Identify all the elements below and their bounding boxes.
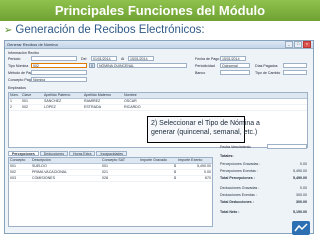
tipo-nomina-label: Tipo Nómina bbox=[8, 64, 29, 68]
callout-line-2: generar (quincenal, semanal, etc.) bbox=[151, 129, 258, 136]
table-cell: 003 bbox=[10, 176, 16, 180]
minimize-button[interactable]: _ bbox=[285, 41, 293, 48]
bullet-line: ➢ Generación de Recibos Electrónicos: bbox=[4, 21, 205, 39]
table-cell: PRIMA VACACIONAL bbox=[32, 170, 68, 174]
table-cell: 001 bbox=[102, 164, 108, 168]
annotation-callout: 2) Seleccionar el Tipo de Nómina a gener… bbox=[147, 116, 260, 143]
tipo-nomina-code-field[interactable]: 002 bbox=[31, 63, 87, 68]
window-title: Generar Recibos de Nómina bbox=[7, 42, 58, 47]
total-row-value: 300.00 bbox=[296, 200, 307, 204]
total-row-value: 0.00 bbox=[300, 186, 307, 190]
total-row-value: 5,190.00 bbox=[293, 210, 307, 214]
periodicidad-label: Periodicidad bbox=[195, 64, 215, 68]
table-cell: LÓPEZ bbox=[44, 105, 56, 109]
table-cell: COMISIONES bbox=[32, 176, 55, 180]
header-cell[interactable]: Núm. bbox=[9, 93, 21, 98]
total-row-label: Percepciones Gravadas : bbox=[220, 162, 261, 166]
table-cell: $ bbox=[174, 164, 176, 168]
slide-title: Principales Funciones del Módulo bbox=[0, 0, 320, 21]
table-cell: 002 bbox=[10, 170, 16, 174]
fecha-pago-field[interactable]: 15/01/2014 bbox=[220, 56, 246, 61]
table-cell: OSCAR bbox=[124, 99, 137, 103]
table-cell: 670 bbox=[205, 176, 211, 180]
banco-select[interactable] bbox=[220, 70, 250, 75]
table-cell: RICARDO bbox=[124, 105, 141, 109]
callout-line-1: 2) Seleccionar el Tipo de Nómina a bbox=[151, 120, 260, 127]
header-cell[interactable]: Clave bbox=[21, 93, 43, 98]
tab-percepciones[interactable]: Percepciones bbox=[8, 151, 39, 156]
tab-horas-extra[interactable]: Horas Extra bbox=[69, 151, 96, 156]
dias-pagados-label: Días Pagados bbox=[255, 64, 278, 68]
total-row-label: Deducciones Exentas : bbox=[220, 193, 257, 197]
tipo-cambio-field[interactable] bbox=[283, 70, 307, 75]
table-cell: 1 bbox=[10, 99, 12, 103]
detail-tabs: Percepciones Deducciones Horas Extra Inc… bbox=[8, 151, 128, 156]
section-label: Información Recibo bbox=[8, 51, 39, 55]
table-cell: RAMÍREZ bbox=[84, 99, 101, 103]
maximize-button[interactable]: □ bbox=[294, 41, 302, 48]
table-cell: 0.00 bbox=[204, 170, 211, 174]
header-cell[interactable]: Descripción bbox=[31, 158, 101, 163]
total-row-value: 5,490.00 bbox=[293, 169, 307, 173]
concepto-pago-label: Concepto Pago bbox=[8, 78, 33, 82]
tipo-cambio-label: Tipo de Cambio bbox=[255, 71, 281, 75]
periodo-label: Periodo bbox=[8, 57, 21, 61]
table-row[interactable]: 003 COMISIONES 028 $ 670 bbox=[9, 176, 212, 182]
metodo-pago-field[interactable] bbox=[31, 70, 87, 75]
concepts-grid: Concepto Descripción Concepto SAT Import… bbox=[8, 157, 213, 227]
header-cell[interactable]: Apellido Paterno bbox=[43, 93, 83, 98]
bullet-text: Generación de Recibos Electrónicos: bbox=[15, 24, 205, 36]
total-row-value: 5,490.00 bbox=[293, 176, 307, 180]
table-cell: 2 bbox=[10, 105, 12, 109]
fecha-pago-label: Fecha de Pago bbox=[195, 57, 220, 61]
tab-incapacidades[interactable]: Incapacidades bbox=[96, 151, 128, 156]
header-cell[interactable]: Apellido Materno bbox=[83, 93, 123, 98]
al-label: Al bbox=[121, 57, 125, 61]
table-row[interactable]: 2 002 LÓPEZ ESTRADA RICARDO bbox=[9, 105, 307, 111]
concepto-pago-field[interactable]: Nómina bbox=[31, 77, 87, 82]
table-cell: 028 bbox=[102, 176, 108, 180]
total-row-label: Total Deducciones : bbox=[220, 200, 254, 204]
fecha-vencimiento-field[interactable] bbox=[267, 144, 307, 149]
table-cell: 001 bbox=[22, 99, 28, 103]
search-icon[interactable]: ⚲ bbox=[89, 63, 95, 68]
total-row-value: 0.00 bbox=[300, 162, 307, 166]
total-row-label: Total Neto : bbox=[220, 210, 240, 214]
al-date-field[interactable]: 15/01/2014 bbox=[128, 56, 154, 61]
table-cell: ESTRADA bbox=[84, 105, 101, 109]
empleados-label: Empleados bbox=[8, 86, 26, 90]
table-cell: 5,490.00 bbox=[197, 164, 211, 168]
banco-label: Banco bbox=[195, 71, 206, 75]
total-row-label: Total Percepciones : bbox=[220, 176, 255, 180]
fecha-vencimiento-label: Fecha Vencimiento bbox=[220, 145, 251, 149]
dias-pagados-field[interactable] bbox=[283, 63, 307, 68]
del-date-field[interactable]: 01/01/2014 bbox=[91, 56, 117, 61]
del-label: Del bbox=[81, 57, 87, 61]
total-row-value: 300.00 bbox=[296, 193, 307, 197]
header-cell[interactable]: Nombre bbox=[123, 93, 163, 98]
total-row-label: Deducciones Gravadas : bbox=[220, 186, 260, 190]
table-cell: $ bbox=[174, 170, 176, 174]
totales-label: Totales: bbox=[220, 154, 234, 158]
arrow-bullet-icon: ➢ bbox=[4, 25, 13, 36]
company-logo-icon bbox=[292, 221, 310, 235]
table-cell: SUELDO bbox=[32, 164, 47, 168]
periodo-field[interactable] bbox=[31, 56, 77, 61]
table-cell: 021 bbox=[102, 170, 108, 174]
header-cell[interactable]: Concepto SAT bbox=[101, 158, 139, 163]
total-row-label: Percepciones Exentas : bbox=[220, 169, 258, 173]
header-cell[interactable]: Importe Exento bbox=[177, 158, 212, 163]
header-cell[interactable]: Importe Gravado bbox=[139, 158, 177, 163]
close-button[interactable]: x bbox=[303, 41, 311, 48]
tab-deducciones[interactable]: Deducciones bbox=[39, 151, 68, 156]
window-titlebar: Generar Recibos de Nómina _ □ x bbox=[5, 41, 313, 49]
periodicidad-select[interactable]: Quincenal bbox=[220, 63, 250, 68]
table-cell: SÁNCHEZ bbox=[44, 99, 62, 103]
table-cell: 002 bbox=[22, 105, 28, 109]
table-cell: $ bbox=[174, 176, 176, 180]
table-cell: 001 bbox=[10, 164, 16, 168]
header-cell[interactable]: Concepto bbox=[9, 158, 31, 163]
tipo-nomina-desc-field: NÓMINA QUINCENAL bbox=[97, 63, 187, 68]
